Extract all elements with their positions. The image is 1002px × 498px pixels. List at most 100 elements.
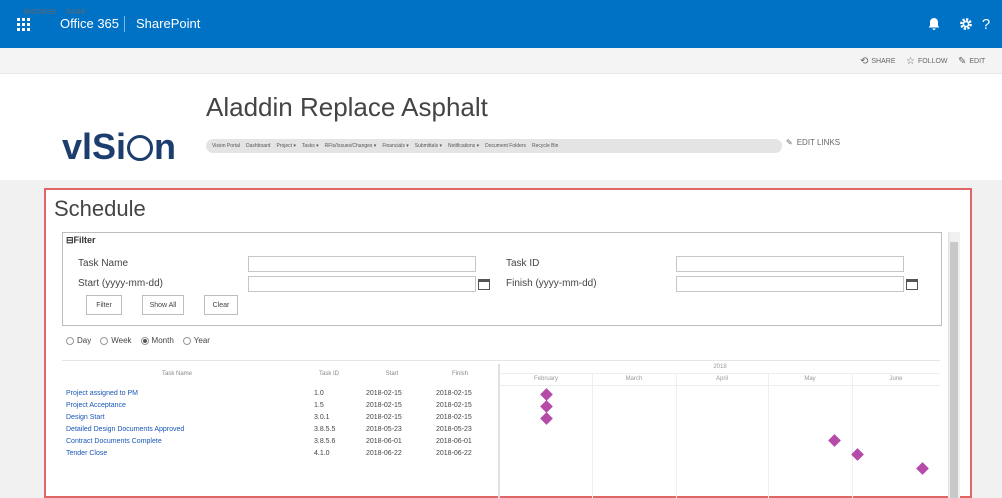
pencil-icon: ✎: [786, 138, 793, 147]
finish-cell: 2018-02-15: [436, 390, 472, 397]
nav-item-financials[interactable]: Financials ▾: [382, 143, 408, 149]
start-cell: 2018-02-15: [366, 414, 402, 421]
task-id-cell: 3.0.1: [314, 414, 330, 421]
view-mode-month[interactable]: Month: [140, 336, 174, 345]
start-cell: 2018-02-15: [366, 390, 402, 397]
edit-label: EDIT: [969, 57, 986, 65]
tab-browse[interactable]: BROWSE: [24, 0, 57, 26]
nav-item-dashboard[interactable]: Dashboard: [246, 143, 270, 149]
task-name-link[interactable]: Contract Documents Complete: [66, 437, 162, 446]
task-name-input[interactable]: [248, 256, 476, 272]
task-name-label: Task Name: [78, 258, 129, 269]
finish-date-input[interactable]: [676, 276, 904, 292]
gantt-month-label: April: [715, 376, 728, 382]
share-label: SHARE: [871, 57, 896, 65]
view-mode-label: Year: [193, 336, 210, 345]
edit-button[interactable]: ✎ EDIT: [958, 48, 985, 74]
calendar-icon[interactable]: [478, 279, 490, 290]
radio-button[interactable]: [182, 336, 191, 345]
view-mode-label: Month: [151, 336, 174, 345]
logo-ring-icon: [127, 135, 154, 161]
scrollbar-thumb[interactable]: [950, 242, 958, 498]
sharepoint-link[interactable]: SharePoint: [136, 0, 200, 48]
gantt-header-divider: [500, 373, 940, 374]
start-date-label: Start (yyyy-mm-dd): [78, 278, 163, 289]
task-id-input[interactable]: [676, 256, 904, 272]
calendar-icon[interactable]: [906, 279, 918, 290]
filter-toggle[interactable]: ⊟Filter: [66, 235, 96, 246]
task-name-link[interactable]: Detailed Design Documents Approved: [66, 425, 184, 434]
gantt-year-label: 2018: [713, 364, 727, 370]
pencil-icon: ✎: [958, 55, 967, 67]
suite-bar-divider: [124, 16, 125, 32]
nav-item-recycle-bin[interactable]: Recycle Bin: [532, 143, 558, 149]
task-name-link[interactable]: Design Start: [66, 413, 105, 422]
column-header-task-name[interactable]: Task Name: [62, 364, 292, 384]
task-id-label: Task ID: [506, 258, 540, 269]
column-header-task-id[interactable]: Task ID: [304, 364, 354, 384]
finish-date-label: Finish (yyyy-mm-dd): [506, 278, 597, 289]
nav-item-vision-portal[interactable]: Vision Portal: [212, 143, 240, 149]
finish-cell: 2018-05-23: [436, 426, 472, 433]
ribbon-bar: [0, 48, 1002, 74]
nav-item-project[interactable]: Project ▾: [276, 143, 295, 149]
start-cell: 2018-02-15: [366, 402, 402, 409]
finish-cell: 2018-06-22: [436, 450, 472, 457]
bell-icon[interactable]: [918, 0, 950, 48]
site-logo[interactable]: vlSi n: [62, 126, 176, 168]
column-header-start[interactable]: Start: [362, 364, 422, 384]
gantt-month-divider: [768, 374, 769, 498]
view-mode-week[interactable]: Week: [100, 336, 132, 345]
gantt-month-divider: [676, 374, 677, 498]
view-mode-label: Week: [111, 336, 132, 345]
finish-cell: 2018-02-15: [436, 414, 472, 421]
task-name-link[interactable]: Project assigned to PM: [66, 389, 138, 398]
view-mode-day[interactable]: Day: [66, 336, 91, 345]
finish-cell: 2018-02-15: [436, 402, 472, 409]
clear-button[interactable]: Clear: [204, 295, 238, 315]
share-icon: ⟲: [860, 55, 869, 67]
logo-text-right: n: [154, 126, 177, 167]
start-cell: 2018-06-22: [366, 450, 402, 457]
gantt-month-divider: [852, 374, 853, 498]
task-id-cell: 3.8.5.5: [314, 426, 336, 433]
share-button[interactable]: ⟲ SHARE: [860, 48, 896, 74]
show-all-button[interactable]: Show All: [142, 295, 184, 315]
webpart-title: Schedule: [54, 196, 146, 221]
radio-button[interactable]: [100, 336, 109, 345]
edit-links-button[interactable]: ✎ EDIT LINKS: [786, 138, 840, 147]
gantt-month-label: February: [533, 376, 558, 382]
view-mode-label: Day: [77, 336, 92, 345]
task-id-cell: 1.5: [314, 402, 324, 409]
filter-header: Filter: [73, 235, 96, 245]
start-date-input[interactable]: [248, 276, 476, 292]
radio-button[interactable]: [66, 336, 74, 345]
task-id-cell: 1.0: [314, 390, 324, 397]
task-id-cell: 4.1.0: [314, 450, 330, 457]
start-cell: 2018-06-01: [366, 438, 402, 445]
nav-item-submittals[interactable]: Submittals ▾: [415, 143, 442, 149]
follow-button[interactable]: ☆ FOLLOW: [906, 48, 948, 74]
column-header-finish[interactable]: Finish: [430, 364, 490, 384]
task-name-link[interactable]: Project Acceptance: [66, 401, 126, 410]
finish-cell: 2018-06-01: [436, 438, 472, 445]
nav-item-document-folders[interactable]: Document Folders: [485, 143, 526, 149]
help-icon[interactable]: ?: [970, 0, 1002, 48]
gantt-header-divider: [500, 385, 940, 386]
nav-item-tasks[interactable]: Tasks ▾: [302, 143, 319, 149]
task-name-link[interactable]: Tender Close: [66, 449, 107, 458]
star-icon: ☆: [906, 55, 915, 67]
nav-item-notifications[interactable]: Notifications ▾: [448, 143, 479, 149]
view-mode-group: Day Week Month Year: [66, 336, 210, 345]
follow-label: FOLLOW: [917, 57, 948, 65]
view-mode-year[interactable]: Year: [182, 336, 210, 345]
tab-page[interactable]: PAGE: [66, 0, 86, 26]
collapse-icon: ⊟: [66, 235, 74, 245]
top-navigation: Vision Portal Dashboard Project ▾ Tasks …: [206, 139, 782, 153]
radio-button-selected[interactable]: [140, 336, 149, 345]
edit-links-label: EDIT LINKS: [796, 138, 841, 147]
site-title[interactable]: Aladdin Replace Asphalt: [206, 92, 488, 123]
filter-button[interactable]: Filter: [86, 295, 122, 315]
gantt-month-label: March: [625, 376, 643, 382]
nav-item-rfis-issues-changes[interactable]: RFIs/Issues/Changes ▾: [325, 143, 377, 149]
